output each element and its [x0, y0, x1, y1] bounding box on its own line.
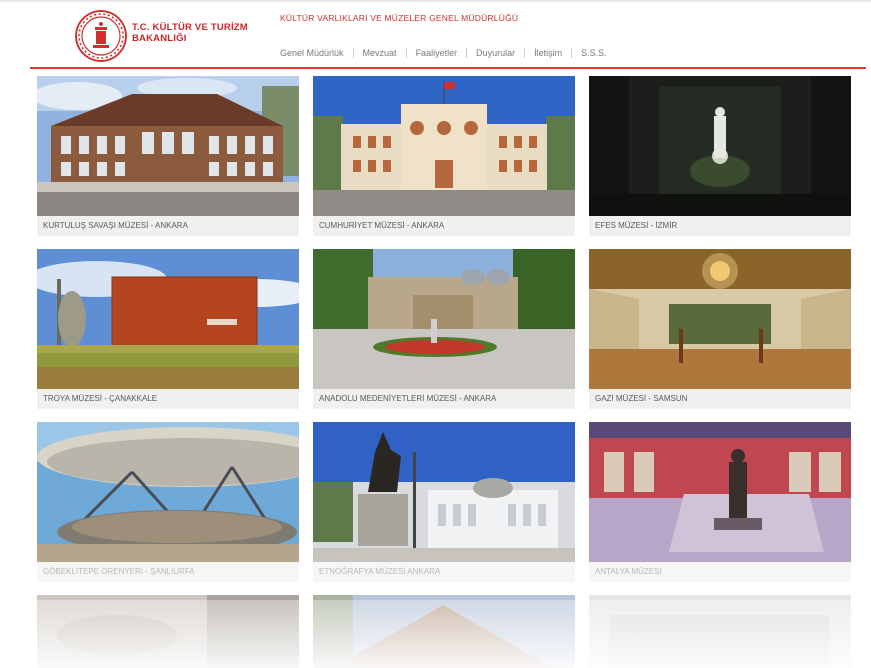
- museum-photo[interactable]: [37, 76, 299, 216]
- museum-grid: KURTULUŞ SAVAŞI MÜZESİ - ANKARA CUMHURİY…: [0, 0, 871, 668]
- museum-title[interactable]: GAZİ MÜZESİ - SAMSUN: [589, 389, 851, 409]
- museum-title[interactable]: ANADOLU MEDENİYETLERİ MÜZESİ - ANKARA: [313, 389, 575, 409]
- museum-title[interactable]: ANTALYA MÜZESİ: [589, 562, 851, 582]
- museum-title[interactable]: TROYA MÜZESİ - ÇANAKKALE: [37, 389, 299, 409]
- museum-photo[interactable]: [589, 249, 851, 389]
- museum-title[interactable]: ETNOĞRAFYA MÜZESİ ANKARA: [313, 562, 575, 582]
- museum-photo[interactable]: [313, 76, 575, 216]
- museum-photo[interactable]: [313, 249, 575, 389]
- museum-title[interactable]: KURTULUŞ SAVAŞI MÜZESİ - ANKARA: [37, 216, 299, 236]
- museum-photo[interactable]: [589, 76, 851, 216]
- museum-photo[interactable]: [37, 422, 299, 562]
- museum-title[interactable]: GÖBEKLİTEPE ÖRENYERİ - ŞANLIURFA: [37, 562, 299, 582]
- bottom-fade-overlay: [0, 600, 871, 668]
- museum-photo[interactable]: [37, 249, 299, 389]
- museum-title[interactable]: CUMHURİYET MÜZESİ - ANKARA: [313, 216, 575, 236]
- museum-photo[interactable]: [589, 422, 851, 562]
- museum-photo[interactable]: [313, 422, 575, 562]
- museum-title[interactable]: EFES MÜZESİ - İZMİR: [589, 216, 851, 236]
